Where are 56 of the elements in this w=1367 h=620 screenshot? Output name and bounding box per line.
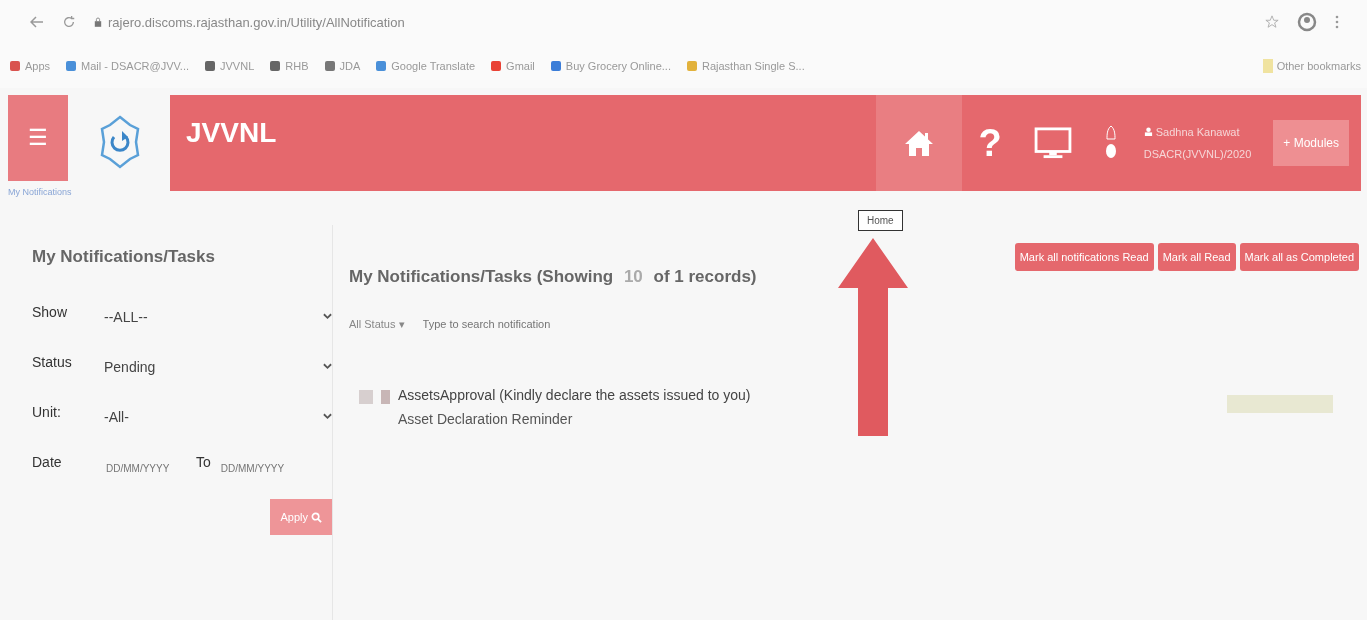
bookmark[interactable]: JVVNL xyxy=(205,60,255,72)
monitor-icon xyxy=(1033,127,1072,159)
dropdown[interactable]: --ALL-- xyxy=(104,299,332,325)
other-bookmarks[interactable]: Other bookmarks xyxy=(1276,60,1361,72)
field-label: Unit: xyxy=(32,404,62,420)
bookmark[interactable]: Google Translate xyxy=(376,60,476,72)
bookmark[interactable]: Gmail xyxy=(491,60,535,72)
logo-icon xyxy=(100,115,140,169)
to-date-field[interactable]: DD/MM/YYYY xyxy=(218,461,303,475)
bookmark[interactable]: Apps xyxy=(10,60,51,72)
lock-icon xyxy=(94,17,102,27)
bookmark[interactable]: Buy Grocery Online... xyxy=(550,60,671,72)
help-button[interactable]: ? xyxy=(962,95,1018,191)
search-field[interactable]: Type to search notification xyxy=(420,317,605,331)
tooltip: Home xyxy=(858,210,903,231)
modules-button[interactable]: + Modules xyxy=(1273,120,1349,166)
panel-title: My Notifications/Tasks xyxy=(32,247,216,267)
bookmark[interactable]: JDA xyxy=(324,60,361,72)
chevron-down-icon xyxy=(323,413,332,420)
reload-icon[interactable] xyxy=(62,15,76,29)
user-role[interactable]: DSACR(JVVNL)/2020 xyxy=(1143,148,1252,160)
dropdown[interactable]: Pending xyxy=(104,349,332,375)
mark-button[interactable]: Mark all as Completed xyxy=(1239,243,1359,271)
field-label: Show xyxy=(32,304,69,320)
field-label: Date xyxy=(32,454,63,470)
profile-icon[interactable] xyxy=(1297,12,1317,32)
bell-icon xyxy=(1103,125,1118,161)
address-bar[interactable]: rajero.discoms.rajasthan.gov.in/Utility/AllNotification xyxy=(108,14,405,30)
user-name[interactable]: Sadhna Kanawat xyxy=(1143,126,1252,138)
more-icon[interactable] xyxy=(1335,15,1339,29)
chevron-down-icon xyxy=(323,313,332,320)
field-label: Status xyxy=(32,354,73,370)
home-icon xyxy=(904,129,935,157)
mark-button[interactable]: Mark all notifications Read xyxy=(1014,243,1154,271)
home-button[interactable] xyxy=(876,95,963,191)
user-icon xyxy=(1143,127,1153,136)
records-heading: My Notifications/Tasks (Showing 10 of 1 records) xyxy=(349,267,757,287)
mark-button[interactable]: Mark all Read xyxy=(1157,243,1236,271)
dropdown[interactable]: -All- xyxy=(104,399,332,425)
notification-subtitle: Asset Declaration Reminder xyxy=(398,411,574,427)
search-icon xyxy=(311,511,322,523)
status-filter[interactable]: All Status ▾ xyxy=(349,317,405,331)
breadcrumb[interactable]: My Notifications xyxy=(8,187,100,197)
bookmark[interactable]: Mail - DSACR@JVV... xyxy=(66,60,190,72)
from-date-field[interactable]: DD/MM/YYYY xyxy=(104,461,188,475)
star-icon[interactable] xyxy=(1265,15,1279,29)
chevron-down-icon xyxy=(323,363,332,370)
brand-name: JVVNL xyxy=(185,117,277,149)
bookmark[interactable]: RHB xyxy=(270,60,309,72)
field-label: To xyxy=(196,454,211,470)
bookmark[interactable]: Rajasthan Single S... xyxy=(686,60,805,72)
back-icon[interactable] xyxy=(30,16,44,28)
apply-button[interactable]: Apply xyxy=(270,499,332,535)
menu-button[interactable]: ☰ xyxy=(8,95,68,181)
folder-icon xyxy=(1262,59,1273,73)
notification-title[interactable]: AssetsApproval (Kindly declare the assets issued to you) xyxy=(398,387,751,403)
